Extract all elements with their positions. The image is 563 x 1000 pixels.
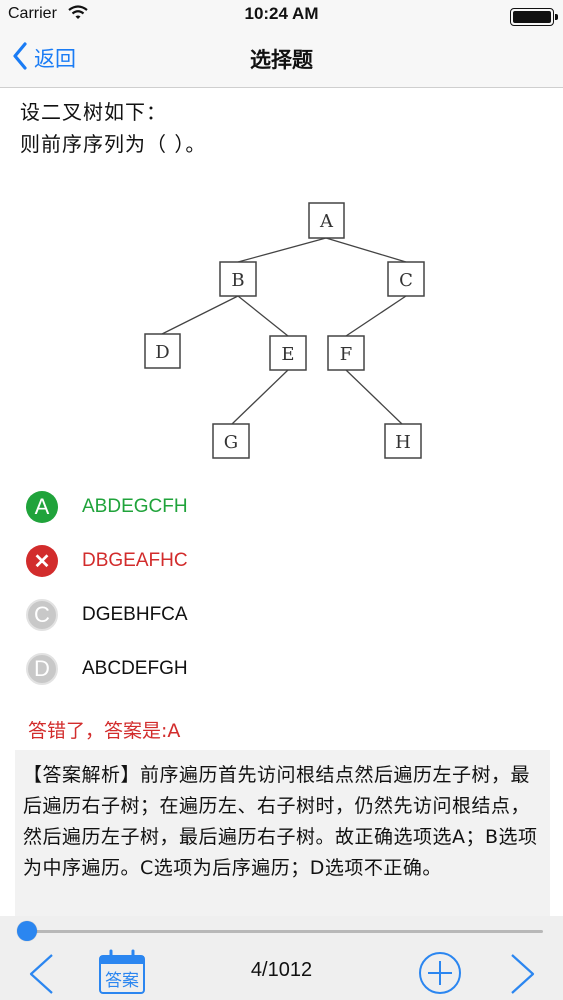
explanation-panel: 【答案解析】前序遍历首先访问根结点然后遍历左子树，最后遍历右子树；在遍历左、右子… — [15, 750, 550, 922]
answer-label: 答案 — [105, 971, 139, 991]
option-c-text: DGEBHFCA — [82, 604, 188, 625]
page-indicator: 4/1012 — [250, 959, 313, 981]
option-c-letter-icon: C — [26, 599, 58, 631]
slider-track — [25, 930, 543, 933]
answer-sheet-button[interactable]: 答案 — [98, 949, 148, 999]
slider-thumb[interactable] — [16, 921, 37, 941]
question-progress-slider[interactable] — [0, 916, 563, 946]
tree-node-a: A — [319, 211, 334, 232]
previous-button[interactable] — [26, 952, 56, 1000]
tree-node-d: D — [155, 342, 169, 363]
wrong-x-icon: ✕ — [26, 545, 58, 577]
option-a[interactable]: A ABDEGCFH — [26, 490, 188, 524]
tree-node-b: B — [231, 270, 244, 291]
next-button[interactable] — [508, 952, 538, 1000]
option-d[interactable]: D ABCDEFGH — [26, 652, 188, 686]
tree-node-c: C — [399, 270, 413, 291]
chevron-left-icon — [26, 954, 56, 1000]
option-b-text: DBGEAFHC — [82, 550, 188, 571]
binary-tree-figure: A B C D E F G H — [144, 202, 425, 459]
bottom-toolbar: 答案 4/1012 — [0, 946, 563, 1000]
option-d-text: ABCDEFGH — [82, 658, 188, 679]
tree-node-h: H — [395, 432, 411, 453]
option-c[interactable]: C DGEBHFCA — [26, 598, 188, 632]
add-button[interactable] — [418, 951, 462, 999]
correct-badge-icon: A — [26, 491, 58, 523]
calendar-answer-icon: 答案 — [99, 949, 145, 994]
result-message: 答错了，答案是:A — [28, 720, 181, 742]
tree-node-f: F — [340, 344, 353, 365]
tree-node-e: E — [281, 344, 294, 365]
option-d-letter-icon: D — [26, 653, 58, 685]
option-a-text: ABDEGCFH — [82, 496, 188, 517]
plus-circle-icon — [419, 952, 461, 994]
explanation-text: 【答案解析】前序遍历首先访问根结点然后遍历左子树，最后遍历右子树；在遍历左、右子… — [23, 764, 538, 879]
tree-node-g: G — [224, 432, 238, 453]
option-b[interactable]: ✕ DBGEAFHC — [26, 544, 188, 578]
chevron-right-icon — [508, 954, 538, 1000]
